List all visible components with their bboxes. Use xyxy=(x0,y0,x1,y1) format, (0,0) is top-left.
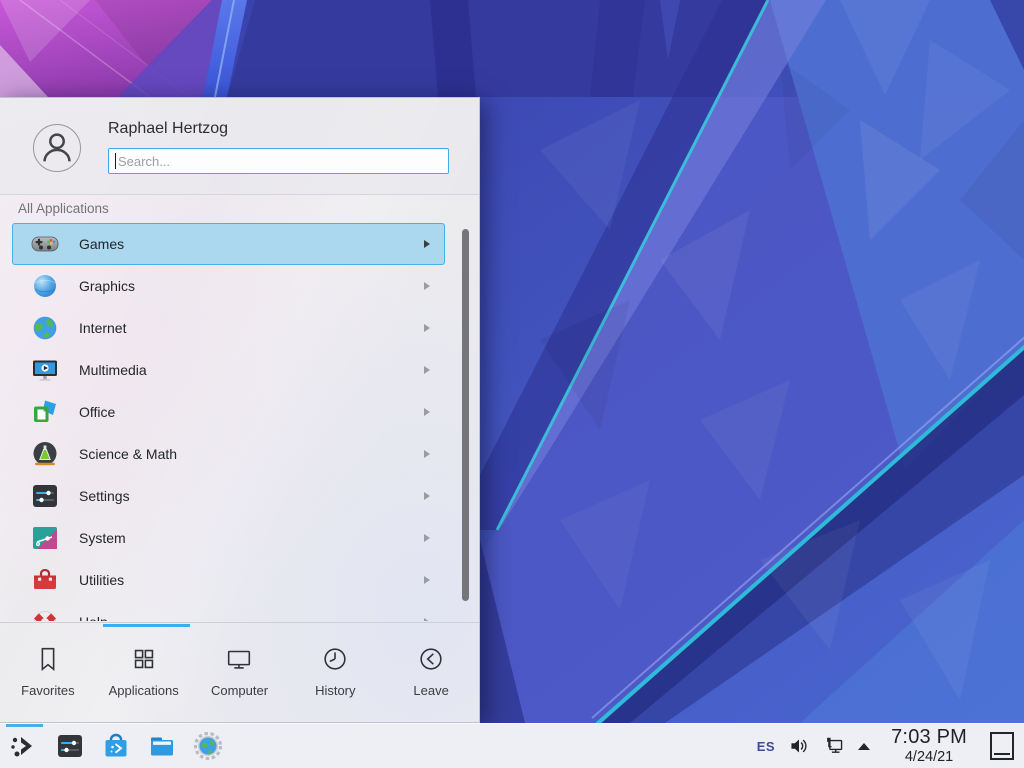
internet-category-icon xyxy=(29,312,61,344)
file-manager-button[interactable] xyxy=(146,726,178,766)
category-row-help[interactable]: Help xyxy=(12,601,445,621)
active-tab-indicator xyxy=(103,624,190,627)
tab-applications[interactable]: Applications xyxy=(96,628,192,722)
category-list: Games Graphics xyxy=(12,223,445,621)
category-row-games[interactable]: Games xyxy=(12,223,445,265)
applications-icon xyxy=(129,644,159,674)
category-label: Games xyxy=(79,236,424,252)
tab-label: History xyxy=(315,683,355,698)
submenu-arrow-icon xyxy=(424,324,430,332)
category-row-internet[interactable]: Internet xyxy=(12,307,445,349)
discover-icon xyxy=(100,730,132,762)
tab-label: Applications xyxy=(109,683,179,698)
system-tray: ES 7:03 PM 4/24/21 xyxy=(757,727,1024,765)
search-input[interactable] xyxy=(108,148,449,174)
category-row-multimedia[interactable]: Multimedia xyxy=(12,349,445,391)
header-divider xyxy=(0,194,479,195)
category-list-scrollbar[interactable] xyxy=(462,229,469,601)
kickoff-icon xyxy=(8,730,40,762)
science-math-category-icon xyxy=(29,438,61,470)
application-launcher-menu: Raphael Hertzog All Applications xyxy=(0,97,480,723)
computer-icon xyxy=(224,644,254,674)
taskbar-panel: ES 7:03 PM 4/24/21 xyxy=(0,723,1024,768)
system-category-icon xyxy=(29,522,61,554)
application-launcher-button[interactable] xyxy=(8,726,40,766)
volume-icon[interactable] xyxy=(788,735,810,757)
games-category-icon xyxy=(29,228,61,260)
category-row-office[interactable]: Office xyxy=(12,391,445,433)
category-label: Internet xyxy=(79,320,424,336)
submenu-arrow-icon xyxy=(424,576,430,584)
tab-leave[interactable]: Leave xyxy=(383,628,479,722)
category-label: Utilities xyxy=(79,572,424,588)
tab-label: Leave xyxy=(413,683,448,698)
submenu-arrow-icon xyxy=(424,282,430,290)
category-row-settings[interactable]: Settings xyxy=(12,475,445,517)
category-row-utilities[interactable]: Utilities xyxy=(12,559,445,601)
web-browser-button[interactable] xyxy=(192,726,224,766)
category-label: Graphics xyxy=(79,278,424,294)
digital-clock[interactable]: 7:03 PM 4/24/21 xyxy=(891,727,967,765)
submenu-arrow-icon xyxy=(424,240,430,248)
dolphin-icon xyxy=(146,730,178,762)
desktop: Raphael Hertzog All Applications xyxy=(0,0,1024,768)
text-caret xyxy=(115,153,116,169)
tab-computer[interactable]: Computer xyxy=(192,628,288,722)
multimedia-category-icon xyxy=(29,354,61,386)
network-icon[interactable] xyxy=(823,735,845,757)
launcher-tabbar: Favorites Applications Computer xyxy=(0,628,479,722)
user-avatar[interactable] xyxy=(33,124,81,172)
category-label: Help xyxy=(79,614,424,621)
system-settings-button[interactable] xyxy=(54,726,86,766)
submenu-arrow-icon xyxy=(424,618,430,621)
tab-label: Computer xyxy=(211,683,268,698)
category-label: Settings xyxy=(79,488,424,504)
submenu-arrow-icon xyxy=(424,366,430,374)
taskbar-launchers xyxy=(0,726,224,766)
section-label: All Applications xyxy=(18,201,109,216)
clock-date: 4/24/21 xyxy=(891,750,967,765)
konqueror-icon xyxy=(192,730,224,762)
submenu-arrow-icon xyxy=(424,408,430,416)
tab-history[interactable]: History xyxy=(287,628,383,722)
category-row-graphics[interactable]: Graphics xyxy=(12,265,445,307)
keyboard-layout-indicator[interactable]: ES xyxy=(757,739,775,754)
office-category-icon xyxy=(29,396,61,428)
tray-expander-icon[interactable] xyxy=(858,743,870,750)
graphics-category-icon xyxy=(29,270,61,302)
submenu-arrow-icon xyxy=(424,534,430,542)
system-settings-icon xyxy=(54,730,86,762)
submenu-arrow-icon xyxy=(424,492,430,500)
show-desktop-button[interactable] xyxy=(990,732,1014,760)
tab-label: Favorites xyxy=(21,683,74,698)
settings-category-icon xyxy=(29,480,61,512)
tabbar-divider xyxy=(0,622,479,623)
category-label: System xyxy=(79,530,424,546)
favorites-icon xyxy=(33,644,63,674)
submenu-arrow-icon xyxy=(424,450,430,458)
history-icon xyxy=(320,644,350,674)
clock-time: 7:03 PM xyxy=(891,727,967,747)
category-label: Science & Math xyxy=(79,446,424,462)
launcher-header: Raphael Hertzog xyxy=(0,98,479,194)
active-task-indicator xyxy=(6,724,43,727)
category-row-system[interactable]: System xyxy=(12,517,445,559)
help-category-icon xyxy=(29,606,61,621)
user-name: Raphael Hertzog xyxy=(108,120,228,138)
discover-button[interactable] xyxy=(100,726,132,766)
utilities-category-icon xyxy=(29,564,61,596)
tab-favorites[interactable]: Favorites xyxy=(0,628,96,722)
category-label: Office xyxy=(79,404,424,420)
category-label: Multimedia xyxy=(79,362,424,378)
category-row-science-math[interactable]: Science & Math xyxy=(12,433,445,475)
leave-icon xyxy=(416,644,446,674)
